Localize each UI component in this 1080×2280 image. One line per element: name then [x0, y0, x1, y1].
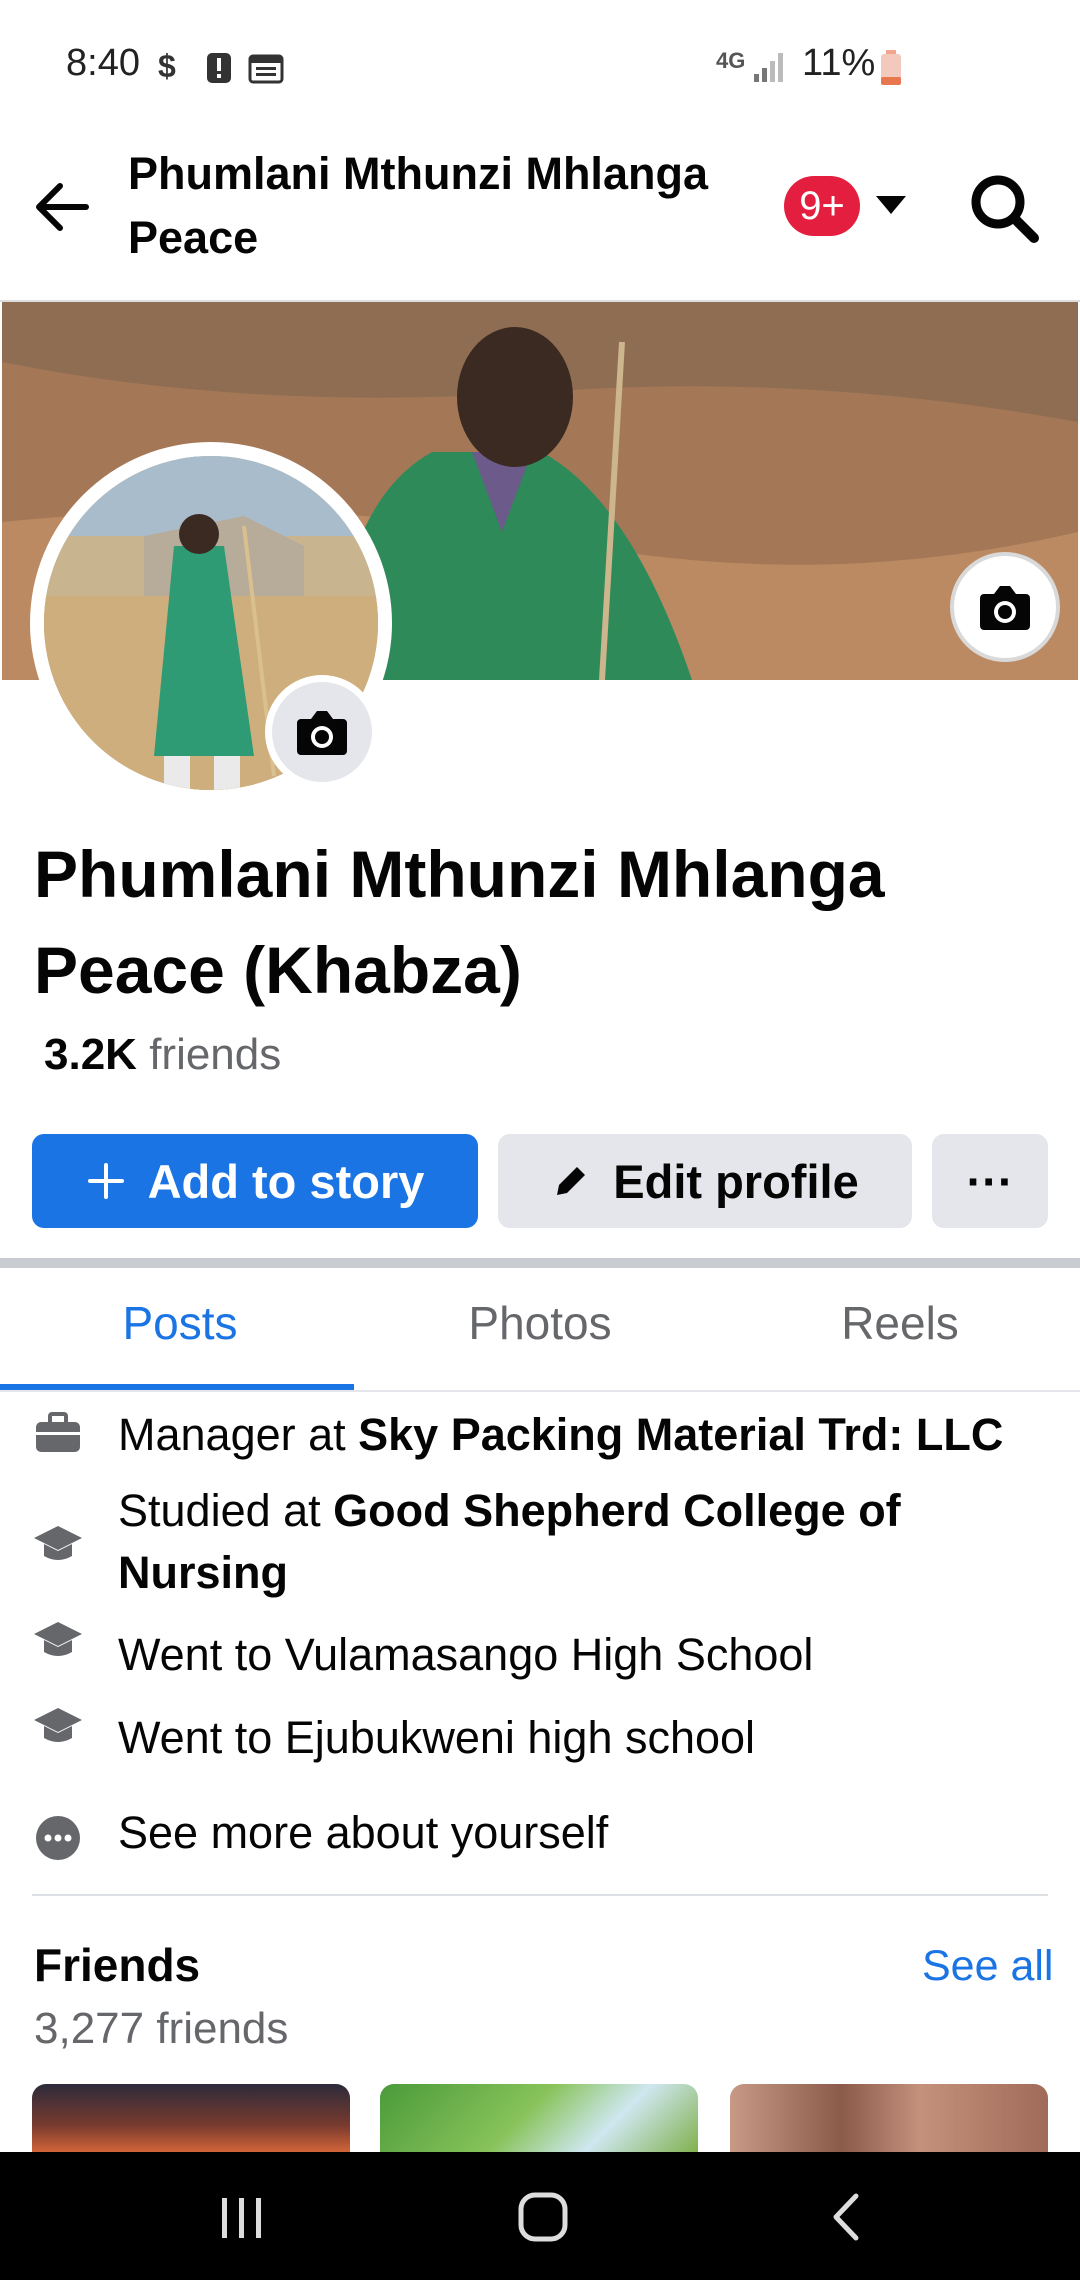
network-type: 4G — [716, 48, 746, 73]
active-tab-indicator — [0, 1384, 354, 1390]
intro-work-prefix: Manager at — [118, 1409, 359, 1460]
add-to-story-label: Add to story — [147, 1154, 425, 1208]
system-navigation-bar — [0, 2152, 1080, 2280]
money-icon: $ — [158, 48, 176, 84]
cover-camera-button[interactable] — [954, 556, 1056, 658]
tab-posts[interactable]: Posts — [0, 1296, 360, 1362]
header-title: Phumlani Mthunzi Mhlanga Peace — [128, 148, 708, 263]
signal-icon — [754, 53, 783, 82]
friends-summary[interactable]: 3.2K friends — [44, 1030, 281, 1080]
intro-highschool-2-text: Went to Ejubukweni high school — [118, 1712, 756, 1763]
battery-icon — [881, 50, 901, 85]
see-more-about-link[interactable]: See more about yourself — [118, 1802, 1058, 1864]
friends-section-title: Friends — [34, 1939, 201, 1991]
add-to-story-button[interactable]: Add to story — [32, 1134, 478, 1228]
tab-photos[interactable]: Photos — [360, 1296, 720, 1362]
back-arrow-icon[interactable] — [30, 172, 100, 242]
intro-work-company[interactable]: Sky Packing Material Trd: LLC — [358, 1409, 1003, 1460]
calendar-icon — [248, 54, 284, 84]
graduation-cap-icon — [34, 1622, 82, 1656]
intro-college-prefix: Studied at — [118, 1485, 334, 1536]
avatar-camera-button[interactable] — [272, 682, 372, 782]
status-time: 8:40 — [66, 42, 140, 84]
battery-percent: 11% — [802, 42, 876, 84]
alert-icon — [207, 53, 231, 83]
friend-thumbnail[interactable] — [380, 2084, 698, 2154]
camera-icon — [980, 586, 1030, 630]
notification-badge[interactable]: 9+ — [784, 176, 860, 236]
intro-education-highschool-1: Went to Vulamasango High School — [118, 1624, 1058, 1686]
intro-highschool-1-text: Went to Vulamasango High School — [118, 1629, 814, 1680]
more-options-button[interactable]: ··· — [932, 1134, 1048, 1228]
tabs-divider — [0, 1390, 1080, 1392]
plus-icon — [87, 1163, 124, 1199]
friends-label: friends — [149, 1030, 282, 1079]
search-icon[interactable] — [964, 168, 1044, 248]
recent-apps-icon[interactable] — [218, 2196, 266, 2240]
see-all-friends-link[interactable]: See all — [922, 1942, 1053, 1991]
chevron-down-icon[interactable] — [876, 196, 906, 214]
graduation-cap-icon — [34, 1526, 82, 1560]
home-icon[interactable] — [516, 2190, 570, 2244]
camera-icon — [297, 711, 347, 755]
intro-work: Manager at Sky Packing Material Trd: LLC — [118, 1404, 1058, 1466]
intro-divider — [32, 1894, 1048, 1896]
friend-thumbnail[interactable] — [730, 2084, 1048, 2154]
intro-education-highschool-2: Went to Ejubukweni high school — [118, 1707, 1058, 1769]
more-dots-icon — [36, 1816, 80, 1860]
edit-profile-button[interactable]: Edit profile — [498, 1134, 912, 1228]
tab-reels[interactable]: Reels — [720, 1296, 1080, 1362]
graduation-cap-icon — [34, 1708, 82, 1742]
edit-profile-label: Edit profile — [613, 1154, 859, 1208]
section-divider — [0, 1258, 1080, 1268]
status-bar: 8:40 $ 4G 11% — [0, 0, 1080, 130]
more-dots-icon: ··· — [966, 1154, 1014, 1208]
see-more-about-label: See more about yourself — [118, 1807, 609, 1858]
friend-thumbnail[interactable] — [32, 2084, 350, 2154]
briefcase-icon — [36, 1412, 80, 1452]
system-back-icon[interactable] — [826, 2192, 866, 2242]
friends-count: 3.2K — [44, 1030, 137, 1079]
pencil-icon — [557, 1167, 586, 1195]
friends-section-count: 3,277 friends — [34, 2004, 289, 2053]
intro-education-college: Studied at Good Shepherd College of Nurs… — [118, 1480, 1058, 1604]
profile-name: Phumlani Mthunzi Mhlanga Peace (Khabza) — [34, 837, 885, 1007]
